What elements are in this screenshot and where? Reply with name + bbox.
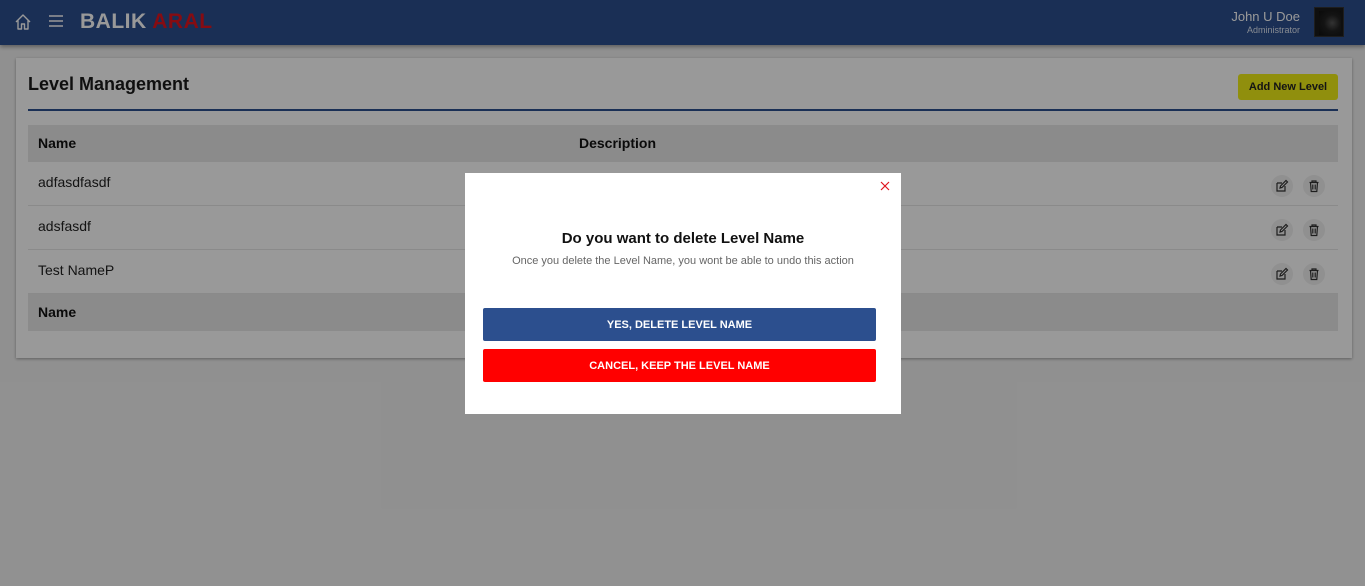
close-icon[interactable] [879,179,891,191]
cancel-delete-button[interactable]: CANCEL, KEEP THE LEVEL NAME [483,349,876,382]
modal-title: Do you want to delete Level Name [561,230,805,247]
modal-subtitle: Once you delete the Level Name, you wont… [512,255,854,267]
delete-confirmation-modal: Do you want to delete Level Name Once yo… [465,173,901,414]
confirm-delete-button[interactable]: YES, DELETE LEVEL NAME [483,308,876,341]
